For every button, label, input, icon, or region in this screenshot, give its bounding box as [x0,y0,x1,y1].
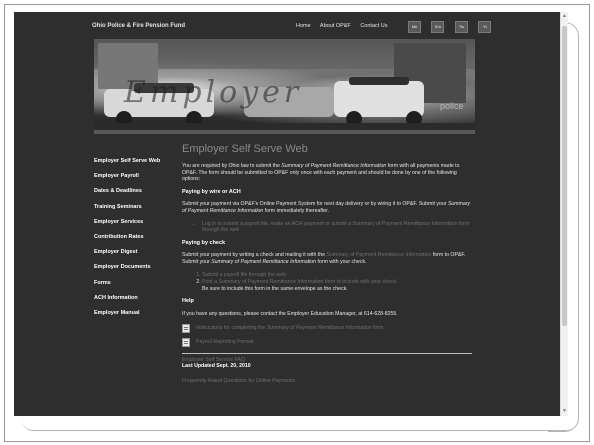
payroll-format-link[interactable]: Payroll Reporting Format [196,339,254,346]
banner-watermark: police [440,101,464,111]
scroll-up-arrow-icon[interactable]: ▲ [562,13,567,19]
nav-contact-link[interactable]: Contact Us [360,23,387,29]
scrollbar-thumb[interactable] [562,26,567,326]
instructions-link[interactable]: Instructions for completing the Summary … [196,325,383,332]
top-nav: Home About OP&F Contact Us [296,23,396,29]
page-title: Employer Self Serve Web [182,143,308,155]
sidebar-item-ach-information[interactable]: ACH Information [94,295,174,310]
check-form-link[interactable]: Summary of Payment Remittance Informatio… [326,252,431,258]
site-logo-text[interactable]: Ohio Police & Fire Pension Fund [92,23,185,29]
instructions-form-name: Summary of Payment Remittance Informatio… [266,324,372,331]
online-payments-faq-link[interactable]: Frequently Asked Questions for Online Pa… [182,378,472,385]
doc-row-instructions[interactable]: Instructions for completing the Summary … [182,323,472,333]
sidebar-item-contribution-rates[interactable]: Contribution Rates [94,234,174,249]
faq-link[interactable]: Employer Self Service FAQ [182,357,472,364]
main-content: Employer Self Serve Web You are required… [182,136,472,384]
check-text-1: Submit your payment by writing a check a… [182,252,327,259]
sidebar-item-dates-deadlines[interactable]: Dates & Deadlines [94,188,174,203]
intro-text-1: You are required by Ohio law to submit t… [182,163,282,169]
login-submit-link[interactable]: Log in to submit a payroll file, make an… [202,221,472,234]
last-updated: Last Updated Sept. 20, 2010 [182,363,251,370]
nav-about-link[interactable]: About OP&F [320,23,351,29]
vertical-scrollbar[interactable]: ▲ ▼ [560,12,568,416]
scroll-down-arrow-icon[interactable]: ▼ [562,408,567,414]
envelope-note: Be sure to include this form in the same… [202,285,348,292]
document-links: Instructions for completing the Summary … [182,323,472,347]
document-icon [182,337,190,347]
document-icon [182,323,190,333]
check-text-3: form with your check. [316,258,367,265]
sidebar-item-payroll[interactable]: Employer Payroll [94,173,174,188]
sidebar-item-employer-digest[interactable]: Employer Digest [94,249,174,264]
print-summary-item: Print a Summary of Payment Remittance In… [202,279,472,292]
frame-edge-bottom [22,420,578,431]
submit-payroll-link[interactable]: Submit a payroll file through the web [202,272,472,279]
sidebar-item-self-serve-web[interactable]: Employer Self Serve Web [94,158,174,173]
social-links: Me Em Tw Yt [408,21,497,39]
wire-ach-heading: Paying by wire or ACH [182,188,241,195]
sidebar-item-employer-documents[interactable]: Employer Documents [94,264,174,279]
social-icon-1[interactable]: Me [408,21,421,33]
content-divider [182,352,472,354]
check-steps-list: Submit a payroll file through the web Pr… [182,272,472,293]
social-icon-4[interactable]: Yt [478,21,492,33]
check-heading: Paying by check [182,239,226,246]
wire-ach-paragraph: Submit your payment via OP&F's Online Pa… [182,201,472,214]
print-summary-link[interactable]: Print a Summary of Payment Remittance In… [202,279,396,285]
doc-row-payroll-format[interactable]: Payroll Reporting Format [182,337,472,347]
sidebar-item-employer-manual[interactable]: Employer Manual [94,310,174,325]
social-icon-3[interactable]: Tw [454,21,468,33]
social-icon-2[interactable]: Em [431,21,445,33]
hero-banner-image: Employer police [94,39,475,134]
page-viewport: Ohio Police & Fire Pension Fund Home Abo… [14,12,560,416]
check-form-name: Summary of Payment Remittance Informatio… [211,258,317,265]
instructions-text-2: form [371,324,384,331]
intro-form-name: Summary of Payment Remittance Informatio… [281,163,387,169]
site-header: Ohio Police & Fire Pension Fund Home Abo… [14,12,560,40]
help-paragraph: If you have any questions, please contac… [182,310,398,317]
intro-paragraph: You are required by Ohio law to submit t… [182,163,472,183]
sidebar-item-training-seminars[interactable]: Training Seminars [94,204,174,219]
help-heading: Help [182,298,194,305]
wire-text-2: form immediately thereafter. [263,207,330,214]
sidebar-item-forms[interactable]: Forms [94,280,174,295]
wire-ach-list: Log in to submit a payroll file, make an… [182,221,472,234]
wire-text-1: Submit your payment via OP&F's Online Pa… [182,201,448,208]
nav-home-link[interactable]: Home [296,23,311,29]
sidebar-nav: Employer Self Serve Web Employer Payroll… [94,158,174,325]
sidebar-item-employer-services[interactable]: Employer Services [94,219,174,234]
banner-script-caption: Employer [124,75,303,110]
instructions-text-1: Instructions for completing the [196,324,267,331]
check-paragraph: Submit your payment by writing a check a… [182,252,472,265]
